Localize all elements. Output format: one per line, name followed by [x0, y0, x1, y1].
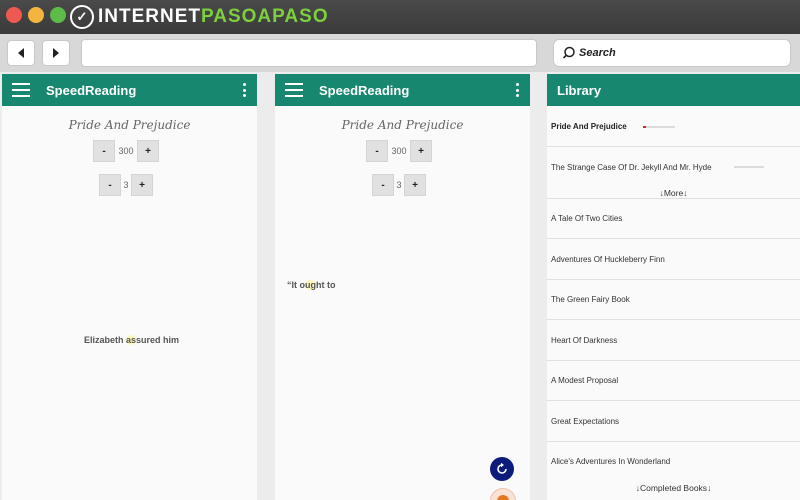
divider [547, 146, 800, 147]
watermark-logo: ✓ INTERNETPASOAPASO [70, 4, 329, 30]
catalog-book-item[interactable]: A Tale Of Two Cities [547, 214, 800, 223]
catalog-book-item[interactable]: Adventures Of Huckleberry Finn [547, 255, 800, 264]
more-books-link[interactable]: ↓More↓ [547, 188, 800, 198]
book-progress-bar [643, 126, 675, 128]
back-arrow-icon [18, 48, 24, 58]
forward-button[interactable] [42, 40, 70, 66]
words-value: 3 [396, 180, 402, 190]
book-progress-fill [643, 126, 647, 128]
divider [547, 319, 800, 320]
reader-panel-1: SpeedReading Pride And Prejudice - 300 +… [2, 74, 257, 500]
book-title: Pride And Prejudice [341, 118, 464, 132]
play-icon [497, 495, 509, 500]
divider [547, 278, 800, 280]
words-increase-button[interactable]: + [404, 174, 426, 196]
divider [547, 238, 800, 239]
app-bar: SpeedReading [2, 74, 257, 106]
window-titlebar: ✓ INTERNETPASOAPASO [0, 0, 800, 34]
forward-arrow-icon [53, 48, 59, 58]
catalog-book-item[interactable]: A Modest Proposal [547, 376, 800, 385]
words-decrease-button[interactable]: - [372, 174, 394, 196]
wpm-increase-button[interactable]: + [137, 140, 159, 162]
catalog-book-item[interactable]: Great Expectations [547, 417, 800, 426]
reading-display: Elizabeth assured him [84, 335, 179, 345]
library-app-bar: Library [547, 74, 800, 106]
book-title: Pride And Prejudice [68, 118, 191, 132]
minimize-window-button[interactable] [28, 7, 44, 23]
focus-letters: ug [305, 280, 316, 290]
reading-text-before: “It o [287, 280, 305, 290]
browser-search-field[interactable]: Search [553, 39, 791, 67]
catalog-book-item[interactable]: Alice's Adventures In Wonderland [547, 457, 800, 466]
divider [547, 440, 800, 442]
menu-icon[interactable] [12, 83, 30, 97]
catalog-book-item[interactable]: Heart Of Darkness [547, 336, 800, 345]
menu-icon[interactable] [285, 83, 303, 97]
restart-button[interactable] [490, 457, 514, 481]
wpm-decrease-button[interactable]: - [366, 140, 388, 162]
wpm-increase-button[interactable]: + [410, 140, 432, 162]
wpm-decrease-button[interactable]: - [93, 140, 115, 162]
reading-display: “It ought to [287, 280, 336, 290]
browser-toolbar: Search [0, 34, 800, 72]
search-placeholder: Search [579, 47, 616, 59]
search-icon [562, 46, 575, 59]
app-title: SpeedReading [319, 82, 410, 98]
catalog-book-item[interactable]: The Green Fairy Book [547, 295, 800, 304]
words-decrease-button[interactable]: - [99, 174, 121, 196]
words-value: 3 [123, 180, 129, 190]
library-panel: Library Pride And Prejudice The Strange … [547, 74, 800, 500]
play-button[interactable] [490, 488, 516, 500]
wpm-stepper: - 300 + [93, 140, 159, 162]
wpm-value: 300 [391, 146, 407, 156]
completed-books-link[interactable]: ↓Completed Books↓ [547, 483, 800, 493]
divider [547, 400, 800, 401]
reading-text-after: ht to [316, 280, 336, 290]
more-options-icon[interactable] [516, 83, 520, 97]
reading-text-after: sured him [136, 335, 180, 345]
logo-badge-icon: ✓ [70, 5, 94, 29]
more-options-icon[interactable] [243, 83, 247, 97]
words-increase-button[interactable]: + [131, 174, 153, 196]
word-count-stepper: - 3 + [99, 174, 153, 196]
close-window-button[interactable] [6, 7, 22, 23]
book-progress-bar [734, 166, 764, 168]
refresh-icon [497, 462, 507, 474]
reading-text-before: Elizabeth [84, 335, 127, 345]
divider [547, 198, 800, 199]
logo-text-prefix: INTERNET [98, 6, 201, 27]
app-bar: SpeedReading [275, 74, 530, 106]
divider [547, 359, 800, 361]
zoom-window-button[interactable] [50, 7, 66, 23]
wpm-stepper: - 300 + [366, 140, 432, 162]
back-button[interactable] [7, 40, 35, 66]
wpm-value: 300 [118, 146, 134, 156]
address-bar[interactable] [81, 39, 537, 67]
app-title: SpeedReading [46, 82, 137, 98]
focus-letters: as [126, 335, 137, 345]
word-count-stepper: - 3 + [372, 174, 426, 196]
library-title: Library [557, 82, 602, 98]
logo-text-accent: PASOAPASO [201, 6, 329, 27]
reader-panel-2: SpeedReading Pride And Prejudice - 300 +… [275, 74, 530, 500]
